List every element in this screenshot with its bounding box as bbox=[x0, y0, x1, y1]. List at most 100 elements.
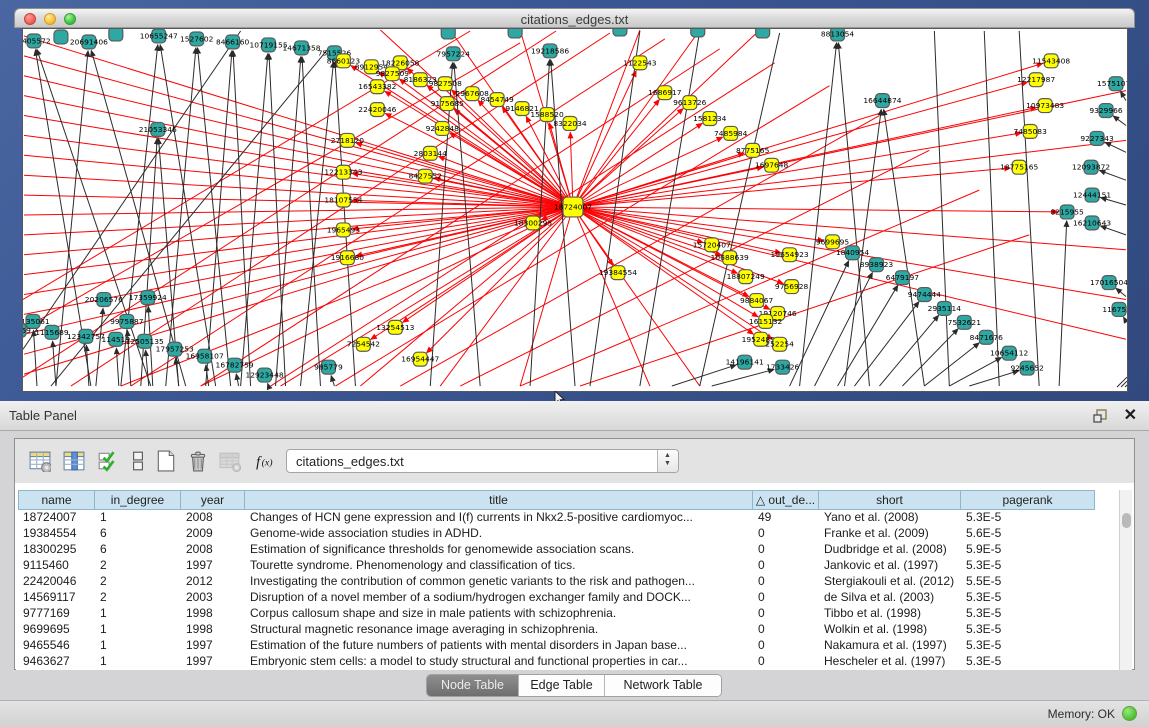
graph-node[interactable]: 1122543 bbox=[623, 56, 657, 70]
graph-node[interactable]: 1965493 bbox=[327, 223, 361, 237]
graph-node[interactable]: 1615132 bbox=[749, 314, 782, 328]
graph-node[interactable]: 1733426 bbox=[766, 360, 800, 374]
graph-node[interactable]: 12923448 bbox=[246, 368, 284, 382]
window-titlebar[interactable]: citations_edges.txt bbox=[14, 8, 1135, 28]
new-table-icon[interactable] bbox=[153, 448, 179, 474]
column-header-pagerank[interactable]: pagerank bbox=[961, 490, 1095, 510]
network-window[interactable]: citations_edges.txt 2405572 20691406 10655… bbox=[14, 8, 1135, 392]
graph-node[interactable]: 10654112 bbox=[990, 346, 1028, 360]
graph-node[interactable] bbox=[508, 29, 522, 38]
graph-node[interactable] bbox=[756, 29, 770, 38]
graph-node[interactable]: 2935114 bbox=[928, 301, 962, 315]
table-select-combo[interactable]: citations_edges.txt ▲▼ bbox=[286, 449, 679, 473]
function-builder-icon[interactable]: f(x) bbox=[253, 448, 279, 474]
selection-mode-icon[interactable] bbox=[95, 448, 121, 474]
graph-node[interactable]: 9975887 bbox=[110, 314, 144, 328]
graph-node[interactable]: 8322034 bbox=[553, 117, 587, 131]
table-settings-icon[interactable] bbox=[27, 448, 53, 474]
graph-node[interactable]: 18107554 bbox=[324, 193, 362, 207]
close-panel-icon[interactable]: ✕ bbox=[1124, 405, 1137, 425]
table-row[interactable]: 1456911722003Disruption of a novel membe… bbox=[16, 590, 1121, 606]
graph-node[interactable]: 14671358 bbox=[282, 41, 320, 55]
scrollbar-thumb[interactable] bbox=[1122, 513, 1131, 528]
graph-node[interactable]: 15720407 bbox=[693, 238, 731, 252]
graph-node[interactable]: 9474444 bbox=[908, 288, 942, 302]
table-row[interactable]: 1938455462009Genome-wide association stu… bbox=[16, 526, 1121, 542]
graph-node[interactable]: 2718120 bbox=[331, 133, 365, 147]
graph-node[interactable]: 16954447 bbox=[401, 352, 439, 366]
float-panel-icon[interactable] bbox=[1091, 407, 1109, 425]
graph-node[interactable]: 1167531 bbox=[1102, 302, 1127, 316]
table-row[interactable]: 977716911998Corpus callosum shape and si… bbox=[16, 606, 1121, 622]
graph-node[interactable] bbox=[109, 29, 123, 41]
graph-node[interactable]: 19654923 bbox=[771, 248, 809, 262]
graph-node[interactable]: 39159 bbox=[23, 323, 31, 337]
graph-node[interactable]: 252254 bbox=[765, 337, 794, 351]
table-row[interactable]: 2242004622012Investigating the contribut… bbox=[16, 574, 1121, 590]
column-header-in-degree[interactable]: in_degree bbox=[95, 490, 181, 510]
rows-icon[interactable] bbox=[125, 448, 151, 474]
graph-node[interactable]: 1581234 bbox=[693, 112, 727, 126]
graph-node[interactable]: 9699695 bbox=[816, 235, 850, 249]
column-header-title[interactable]: title bbox=[245, 490, 753, 510]
column-header-short[interactable]: short bbox=[819, 490, 961, 510]
graph-node[interactable]: 18775165 bbox=[1000, 160, 1038, 174]
network-view-canvas[interactable]: 2405572206914061065524715276028466160107… bbox=[22, 28, 1128, 392]
graph-node[interactable]: 9756928 bbox=[775, 280, 809, 294]
graph-node[interactable]: 1527602 bbox=[180, 32, 213, 46]
graph-node[interactable]: 16644874 bbox=[863, 94, 901, 108]
table-row[interactable]: 969969511998Structural magnetic resonanc… bbox=[16, 622, 1121, 638]
table-row[interactable]: 1830029562008Estimation of significance … bbox=[16, 542, 1121, 558]
graph-node[interactable] bbox=[441, 29, 455, 39]
table-row[interactable]: 946362711997Embryonic stem cells: a mode… bbox=[16, 654, 1121, 670]
graph-node[interactable] bbox=[691, 29, 705, 37]
graph-node[interactable]: 20206576 bbox=[85, 293, 123, 307]
graph-node[interactable]: 11543408 bbox=[1032, 54, 1070, 68]
graph-node[interactable]: 17016504 bbox=[1090, 276, 1127, 290]
graph-node[interactable]: 8215955 bbox=[1050, 205, 1084, 219]
graph-node[interactable]: 9227343 bbox=[1080, 131, 1114, 145]
tab-edge-table[interactable]: Edge Table bbox=[519, 675, 605, 696]
graph-node[interactable]: 1916680 bbox=[331, 251, 365, 265]
graph-node[interactable]: 1840954 bbox=[836, 246, 870, 260]
graph-node[interactable]: 10655247 bbox=[140, 29, 178, 43]
graph-node[interactable]: 8466160 bbox=[216, 35, 250, 49]
graph-node[interactable]: 985779 bbox=[314, 360, 343, 374]
graph-node[interactable]: 12217987 bbox=[1017, 73, 1055, 87]
tab-network-table[interactable]: Network Table bbox=[605, 675, 721, 696]
table-row[interactable]: 911546021997Tourette syndrome. Phenomeno… bbox=[16, 558, 1121, 574]
graph-node[interactable]: 21053346 bbox=[139, 122, 177, 136]
graph-node[interactable]: 7957224 bbox=[437, 47, 471, 61]
tab-node-table[interactable]: Node Table bbox=[427, 675, 519, 696]
graph-node[interactable]: 8471676 bbox=[970, 330, 1004, 344]
table-row[interactable]: 946554611997Estimation of the future num… bbox=[16, 638, 1121, 654]
table-row[interactable]: 1872400712008Changes of HCN gene express… bbox=[16, 510, 1121, 526]
select-column-icon[interactable] bbox=[61, 448, 87, 474]
delete-table-icon[interactable] bbox=[185, 448, 211, 474]
graph-node[interactable]: 6479197 bbox=[886, 271, 920, 285]
graph-node[interactable]: 15751074 bbox=[1097, 77, 1127, 91]
graph-node[interactable]: 20691406 bbox=[70, 35, 108, 49]
graph-node[interactable]: 19218586 bbox=[531, 44, 569, 58]
graph-node[interactable] bbox=[54, 30, 68, 44]
table-scrollbar[interactable] bbox=[1119, 490, 1132, 670]
graph-node[interactable]: 7532621 bbox=[948, 315, 982, 329]
graph-node[interactable]: 9329966 bbox=[1089, 104, 1123, 118]
column-header-out-de-[interactable]: △ out_de... bbox=[753, 490, 819, 510]
graph-node[interactable]: 9175685 bbox=[431, 97, 465, 111]
graph-node[interactable]: 7254542 bbox=[347, 337, 380, 351]
graph-node[interactable]: 8813054 bbox=[821, 29, 855, 41]
graph-node[interactable]: 16543382 bbox=[358, 80, 396, 94]
column-header-name[interactable]: name bbox=[18, 490, 95, 510]
graph-node[interactable]: 8938923 bbox=[860, 258, 894, 272]
graph-node[interactable]: 10688639 bbox=[711, 251, 749, 265]
delete-column-icon[interactable] bbox=[217, 448, 243, 474]
graph-node[interactable]: 8427552 bbox=[409, 169, 442, 183]
graph-node[interactable]: 1115689 bbox=[35, 325, 69, 339]
graph-node[interactable]: 7485083 bbox=[1014, 124, 1048, 138]
graph-node[interactable]: 2405572 bbox=[23, 34, 51, 48]
graph-node[interactable]: 18807249 bbox=[727, 270, 765, 284]
column-header-year[interactable]: year bbox=[181, 490, 245, 510]
graph-node[interactable]: 22420046 bbox=[358, 103, 396, 117]
graph-node[interactable]: 12444151 bbox=[1073, 188, 1111, 202]
